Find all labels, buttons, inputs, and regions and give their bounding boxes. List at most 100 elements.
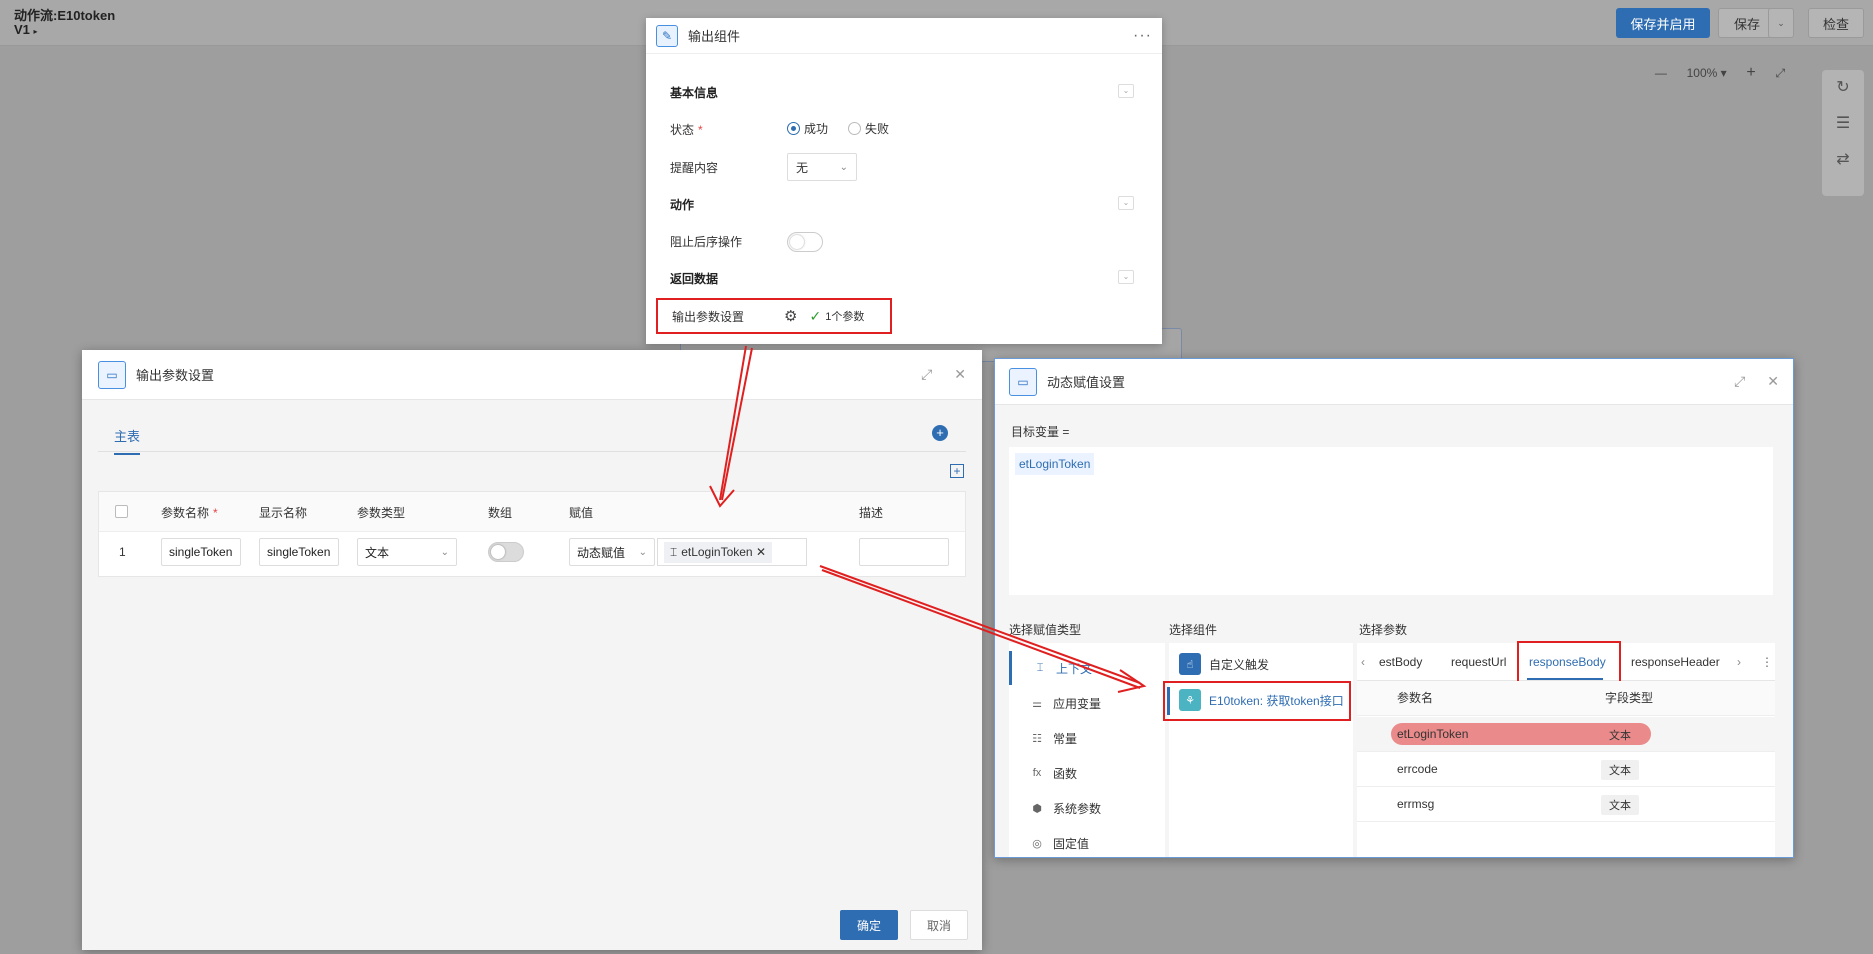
type-label: 上下文 xyxy=(1056,661,1093,676)
close-icon[interactable]: ✕ xyxy=(1767,373,1779,390)
param-name: errcode xyxy=(1397,762,1438,776)
table-header: 参数名称 * 显示名称 参数类型 数组 赋值 描述 xyxy=(99,492,965,532)
tab-responseheader[interactable]: responseHeader xyxy=(1631,655,1720,669)
add-row-icon[interactable]: + xyxy=(950,464,964,478)
param-select-panel: ‹ estBody requestUrl responseBody respon… xyxy=(1357,641,1775,857)
component-label: 自定义触发 xyxy=(1209,657,1270,672)
expand-icon[interactable]: ⤢ xyxy=(921,366,932,383)
type-label: 函数 xyxy=(1053,766,1078,781)
radio-success[interactable]: 成功 xyxy=(787,120,828,137)
radio-fail[interactable]: 失败 xyxy=(848,120,889,137)
cancel-button[interactable]: 取消 xyxy=(910,910,968,940)
dynamic-value-dialog: ▭ 动态赋值设置 ⤢ ✕ 目标变量 = etLoginToken 选择赋值类型 … xyxy=(994,358,1794,858)
chevron-down-icon: ⌄ xyxy=(440,546,449,558)
block-toggle[interactable] xyxy=(787,232,823,252)
refresh-icon[interactable]: ↻ xyxy=(1822,70,1864,106)
select-all-checkbox[interactable] xyxy=(115,505,128,518)
tab-next-icon[interactable]: › xyxy=(1737,655,1741,669)
dialog-actions: ⤢ ✕ xyxy=(921,366,966,383)
version-selector[interactable]: V1 ▸ xyxy=(14,22,38,37)
component-item-e10token[interactable]: ⚘ E10token: 获取token接口 xyxy=(1179,689,1344,711)
param-header-name: 参数名 xyxy=(1397,691,1434,705)
type-item-fixed[interactable]: ◎ 固定值 xyxy=(1009,826,1165,857)
tab-estbody[interactable]: estBody xyxy=(1379,655,1422,669)
array-toggle[interactable] xyxy=(488,542,524,562)
col-array: 数组 xyxy=(488,506,513,520)
tab-requesturl[interactable]: requestUrl xyxy=(1451,655,1506,669)
type-item-context[interactable]: ⌶ 上下文 xyxy=(1009,651,1165,685)
desc-input[interactable] xyxy=(859,538,949,566)
param-count: 1个参数 xyxy=(825,311,865,323)
confirm-button[interactable]: 确定 xyxy=(840,910,898,940)
collapse-basic-icon[interactable]: ⌄ xyxy=(1118,84,1134,98)
monitor-icon: ▭ xyxy=(1009,367,1037,396)
check-icon: ✓ xyxy=(809,307,822,324)
add-table-icon[interactable]: + xyxy=(932,425,948,441)
api-icon: ⚘ xyxy=(1179,689,1201,711)
output-param-row: 输出参数设置 ⚙ ✓ 1个参数 xyxy=(656,298,892,334)
output-component-icon: ✎ xyxy=(656,24,678,47)
sliders-icon: ⚌ xyxy=(1032,697,1042,710)
type-item-app-var[interactable]: ⚌ 应用变量 xyxy=(1009,686,1165,720)
param-header-type: 字段类型 xyxy=(1605,691,1654,705)
assign-mode-select[interactable]: 动态赋值 ⌄ xyxy=(569,538,655,566)
zoom-out-icon[interactable]: — xyxy=(1655,66,1667,80)
dialog-actions: ⤢ ✕ xyxy=(1734,373,1779,390)
param-name: errmsg xyxy=(1397,797,1435,811)
param-type-select[interactable]: 文本 ⌄ xyxy=(357,538,457,566)
block-label: 阻止后序操作 xyxy=(670,235,743,249)
target-var-tag[interactable]: etLoginToken xyxy=(1015,453,1095,475)
display-name-input[interactable]: singleToken xyxy=(259,538,339,566)
save-dropdown-button[interactable]: ⌄ xyxy=(1768,8,1794,38)
close-icon[interactable]: ✕ xyxy=(954,366,966,383)
param-name: etLoginToken xyxy=(1397,727,1469,741)
remove-tag-icon[interactable]: ✕ xyxy=(756,545,766,559)
version-label: V1 xyxy=(14,22,30,37)
radio-fail-label: 失败 xyxy=(865,122,890,136)
param-header-row: 参数名 字段类型 xyxy=(1357,681,1775,716)
swap-icon[interactable]: ⇄ xyxy=(1822,142,1864,178)
zoom-in-icon[interactable]: + xyxy=(1746,64,1755,82)
expand-icon[interactable]: ⤢ xyxy=(1734,373,1745,390)
target-var-box[interactable]: etLoginToken xyxy=(1009,447,1773,595)
output-param-label: 输出参数设置 xyxy=(672,309,745,324)
type-item-system-param[interactable]: ⬢ 系统参数 xyxy=(1009,791,1165,825)
assign-value-text: etLoginToken xyxy=(681,544,753,559)
type-label: 系统参数 xyxy=(1053,801,1102,816)
layout-icon[interactable]: ☰ xyxy=(1822,106,1864,142)
component-label: E10token: 获取token接口 xyxy=(1209,693,1344,708)
dialog-title: 动态赋值设置 xyxy=(1047,375,1126,390)
table-row[interactable]: errmsg 文本 xyxy=(1357,787,1775,822)
param-settings-dialog: ▭ 输出参数设置 ⤢ ✕ 主表 + + 参数名称 * 显示名称 参数类型 数组 赋… xyxy=(82,350,982,950)
remind-label: 提醒内容 xyxy=(670,161,719,175)
component-item-custom-trigger[interactable]: ☝ 自定义触发 xyxy=(1179,653,1269,675)
monitor-icon: ▭ xyxy=(98,360,126,389)
more-icon[interactable]: ··· xyxy=(1133,27,1152,45)
tab-prev-icon[interactable]: ‹ xyxy=(1361,655,1365,669)
remind-select[interactable]: 无 ⌄ xyxy=(787,153,857,181)
section-action: 动作 xyxy=(670,198,695,212)
panel-header: ✎ 输出组件 ··· xyxy=(646,18,1162,54)
panel-title: 输出组件 xyxy=(688,29,741,44)
col-param-name-text: 参数名称 xyxy=(161,506,210,520)
assign-value-field[interactable]: ⌶ etLoginToken ✕ xyxy=(657,538,807,566)
type-item-function[interactable]: fx 函数 xyxy=(1009,756,1165,790)
param-table: 参数名称 * 显示名称 参数类型 数组 赋值 描述 1 singleToken s… xyxy=(98,491,966,577)
table-row[interactable]: etLoginToken 文本 xyxy=(1357,717,1775,752)
param-name-input[interactable]: singleToken xyxy=(161,538,241,566)
zoom-level[interactable]: 100% ▾ xyxy=(1687,66,1727,80)
fullscreen-icon[interactable]: ⤢ xyxy=(1775,66,1785,81)
save-enable-button[interactable]: 保存并启用 xyxy=(1616,8,1710,38)
radio-dot xyxy=(848,122,861,135)
chevron-down-icon: ⌄ xyxy=(839,161,848,173)
param-type: 文本 xyxy=(1601,795,1639,815)
collapse-return-icon[interactable]: ⌄ xyxy=(1118,270,1134,284)
caret-right-icon: ▸ xyxy=(33,27,38,36)
check-button[interactable]: 检查 xyxy=(1808,8,1864,38)
collapse-action-icon[interactable]: ⌄ xyxy=(1118,196,1134,210)
gear-icon[interactable]: ⚙ xyxy=(784,307,797,325)
status-label-text: 状态 xyxy=(670,123,695,137)
more-vertical-icon[interactable]: ⋮ xyxy=(1761,655,1773,669)
table-row[interactable]: errcode 文本 xyxy=(1357,752,1775,787)
type-item-constant[interactable]: ☷ 常量 xyxy=(1009,721,1165,755)
